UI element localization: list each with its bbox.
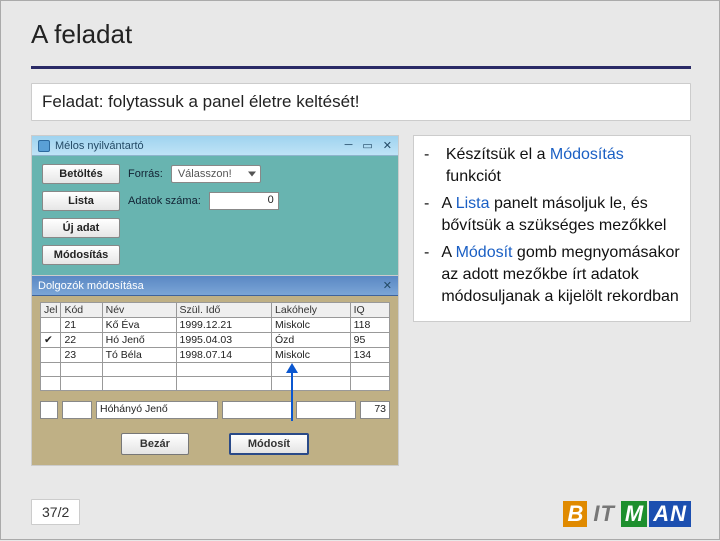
table-row[interactable]: ✔ 22 Hó Jenő 1995.04.03 Ózd 95 (41, 333, 390, 348)
slide-title-area: A feladat (1, 1, 720, 56)
list-item: - A Lista panelt másoljuk le, és bővítsü… (424, 193, 680, 236)
top-window-caption: Mélos nyilvántartó (55, 140, 144, 152)
app-icon (38, 140, 50, 152)
brand-logo: B IT M AN (563, 501, 691, 527)
modify-window-titlebar: Dolgozók módosítása ✕ (32, 276, 398, 296)
col-lak: Lakóhely (272, 303, 351, 318)
modify-window: Dolgozók módosítása ✕ Jel Kód Név Szül. … (32, 276, 398, 465)
count-label: Adatok száma: (128, 195, 201, 207)
arrow-annotation (291, 371, 293, 421)
subtitle-box: Feladat: folytassuk a panel életre kelté… (31, 83, 691, 121)
close-icon[interactable]: ✕ (383, 139, 392, 152)
modify-button[interactable]: Módosítás (42, 245, 120, 265)
logo-it: IT (589, 501, 619, 527)
edit-lak[interactable] (296, 401, 356, 419)
col-kod: Kód (61, 303, 102, 318)
list-item: - Készítsük el a Módosítás funkciót (424, 144, 680, 187)
edit-jel[interactable] (40, 401, 58, 419)
minimize-icon[interactable]: ─ (345, 139, 353, 152)
edit-row: Hóhányó Jenő 73 (40, 401, 390, 419)
edit-szul[interactable] (222, 401, 292, 419)
top-window: Mélos nyilvántartó ─ ▭ ✕ Betöltés Forrás… (32, 136, 398, 276)
logo-an: AN (649, 501, 691, 527)
col-iq: IQ (350, 303, 389, 318)
data-table[interactable]: Jel Kód Név Szül. Idő Lakóhely IQ 21 Kő (40, 302, 390, 391)
edit-kod[interactable] (62, 401, 92, 419)
edit-iq[interactable]: 73 (360, 401, 390, 419)
load-button[interactable]: Betöltés (42, 164, 120, 184)
new-button[interactable]: Új adat (42, 218, 120, 238)
source-label: Forrás: (128, 168, 163, 180)
logo-m: M (621, 501, 647, 527)
slide-title: A feladat (31, 19, 691, 50)
col-szul: Szül. Idő (176, 303, 271, 318)
close-button[interactable]: Bezár (121, 433, 189, 455)
table-row (41, 363, 390, 377)
list-button[interactable]: Lista (42, 191, 120, 211)
table-row (41, 377, 390, 391)
description-box: - Készítsük el a Módosítás funkciót - A … (413, 135, 691, 322)
count-value: 0 (209, 192, 279, 210)
table-row[interactable]: 23 Tó Béla 1998.07.14 Miskolc 134 (41, 348, 390, 363)
top-window-titlebar: Mélos nyilvántartó ─ ▭ ✕ (32, 136, 398, 156)
source-combo[interactable]: Válasszon! (171, 165, 261, 183)
col-jel: Jel (41, 303, 61, 318)
page-number: 37/2 (31, 499, 80, 525)
col-nev: Név (102, 303, 176, 318)
list-item: - A Módosít gomb megnyo­másakor az adott… (424, 242, 680, 307)
title-rule (31, 66, 691, 69)
modify-window-caption: Dolgozók módosítása (38, 280, 144, 292)
table-row[interactable]: 21 Kő Éva 1999.12.21 Miskolc 118 (41, 318, 390, 333)
logo-b: B (563, 501, 587, 527)
app-mock: Mélos nyilvántartó ─ ▭ ✕ Betöltés Forrás… (31, 135, 399, 466)
close-icon[interactable]: ✕ (383, 279, 392, 292)
maximize-icon[interactable]: ▭ (362, 139, 372, 152)
edit-nev[interactable]: Hóhányó Jenő (96, 401, 218, 419)
apply-modify-button[interactable]: Módosít (229, 433, 309, 455)
